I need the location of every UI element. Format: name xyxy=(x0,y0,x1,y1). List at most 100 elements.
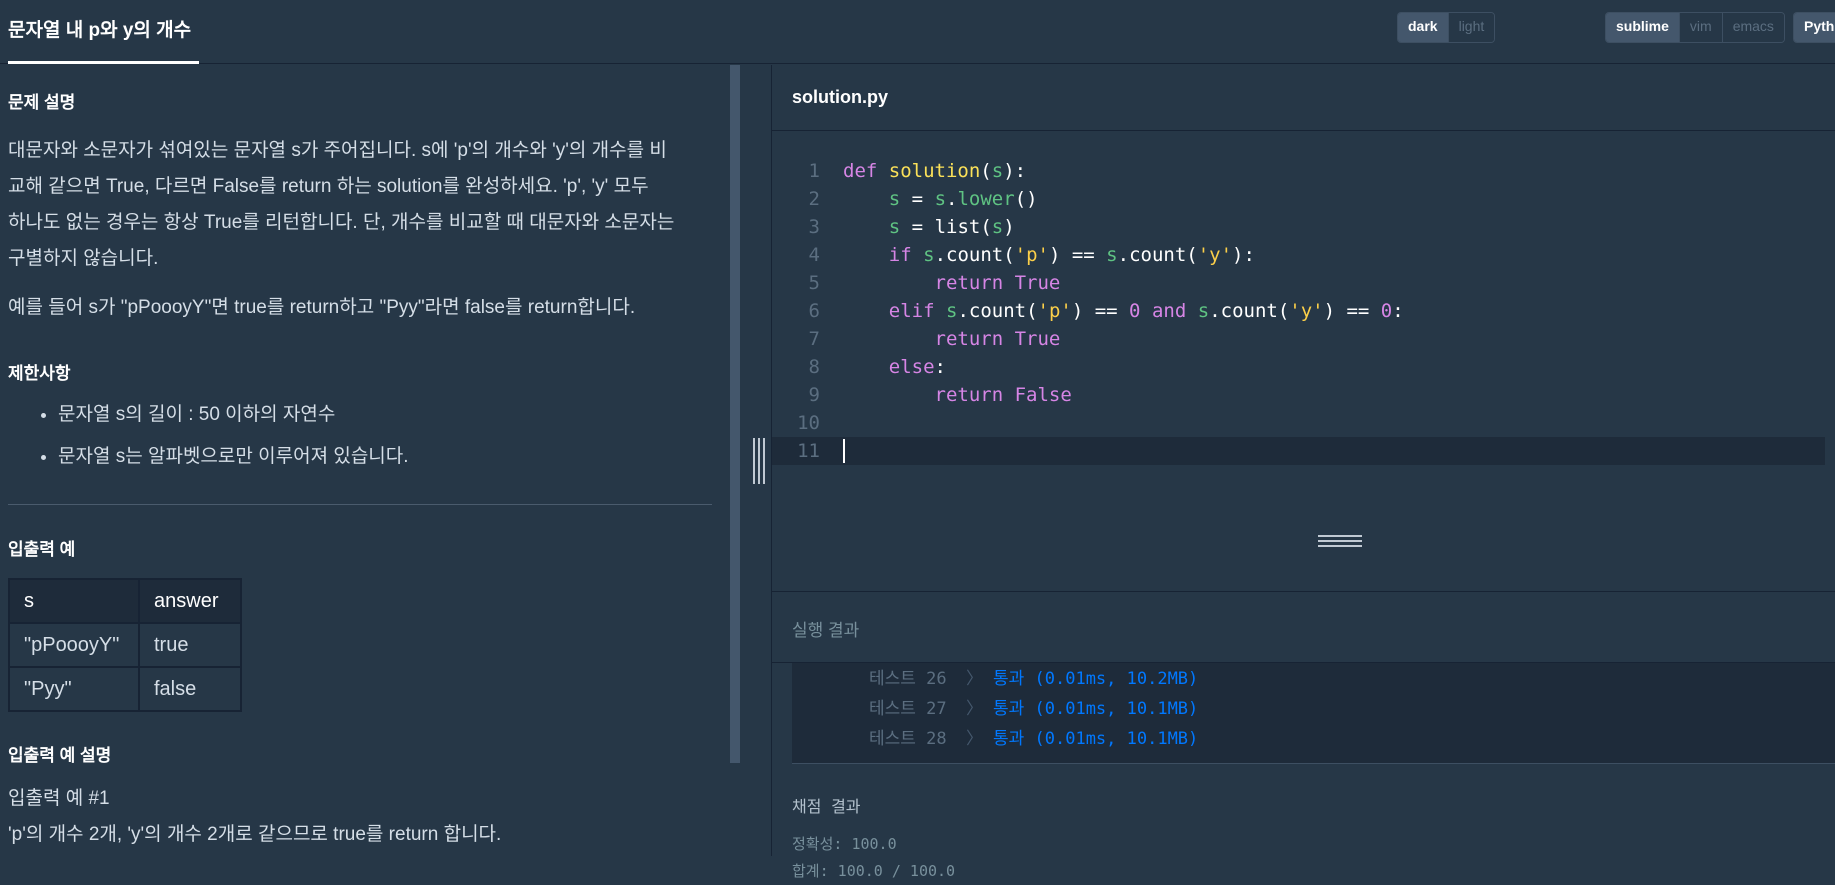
table-header-row: s answer xyxy=(8,578,242,624)
io-example-table: s answer "pPoooyY" true "Pyy" false xyxy=(8,578,242,712)
editor-panel: solution.py 1 def solution(s): 2 s = s.lo… xyxy=(771,65,1835,880)
code-token: .count( xyxy=(1117,244,1198,266)
code-token: ( xyxy=(980,160,992,182)
code-token: () xyxy=(1014,188,1038,210)
code-token: return xyxy=(934,384,1004,406)
code-line[interactable]: 7 return True xyxy=(772,325,1825,353)
description-line: 교해 같으면 True, 다르면 False를 return 하는 soluti… xyxy=(8,176,649,197)
language-select[interactable]: Pyth xyxy=(1793,12,1835,43)
code-token: ): xyxy=(1003,160,1027,182)
limits-list: 문자열 s의 길이 : 50 이하의 자연수 문자열 s는 알파벳으로만 이루어… xyxy=(8,394,409,478)
limit-item: 문자열 s는 알파벳으로만 이루어져 있습니다. xyxy=(58,436,409,478)
code-line-current[interactable]: 11 xyxy=(772,437,1825,465)
language-label[interactable]: Pyth xyxy=(1794,13,1835,42)
code-line[interactable]: 5 return True xyxy=(772,269,1825,297)
line-number: 5 xyxy=(808,272,820,294)
code-token: ) xyxy=(1003,216,1015,238)
description-line: 대문자와 소문자가 섞여있는 문자열 s가 주어집니다. s에 'p'의 개수와… xyxy=(8,140,667,161)
code-token: ): xyxy=(1232,244,1255,266)
line-number: 7 xyxy=(808,328,820,350)
code-token: .count( xyxy=(957,300,1038,322)
code-line[interactable]: 2 s = s.lower() xyxy=(772,185,1825,213)
code-line[interactable]: 1 def solution(s): xyxy=(772,157,1825,185)
keymap-emacs-button[interactable]: emacs xyxy=(1721,13,1784,42)
line-number: 9 xyxy=(808,384,820,406)
problem-scrollbar[interactable] xyxy=(730,65,740,763)
io-heading: 입출력 예 xyxy=(8,540,76,559)
grade-summary: 채점 결과 정확성: 100.0 합계: 100.0 / 100.0 xyxy=(792,793,955,885)
test-result-row: 테스트 26 〉 통과 (0.01ms, 10.2MB) xyxy=(792,664,1835,694)
table-row: "Pyy" false xyxy=(8,666,242,712)
code-line[interactable]: 10 xyxy=(772,409,1825,437)
code-token: return xyxy=(934,328,1004,350)
code-token: s xyxy=(888,216,901,238)
theme-dark-button[interactable]: dark xyxy=(1398,13,1448,42)
code-line[interactable]: 4 if s.count('p') == s.count('y'): xyxy=(772,241,1825,269)
table-cell: true xyxy=(138,622,242,668)
code-line[interactable]: 6 elif s.count('p') == 0 and s.count('y'… xyxy=(772,297,1825,325)
test-result-row: 테스트 27 〉 통과 (0.01ms, 10.1MB) xyxy=(792,694,1835,724)
line-number: 4 xyxy=(808,244,820,266)
file-name-tab[interactable]: solution.py xyxy=(792,87,888,108)
line-number: 1 xyxy=(808,160,820,182)
code-lines[interactable]: 1 def solution(s): 2 s = s.lower() 3 s = … xyxy=(772,157,1825,465)
test-pass-text: 통과 (0.01ms, 10.1MB) xyxy=(993,699,1199,719)
keymap-toggle: sublime vim emacs xyxy=(1605,12,1785,43)
result-output: 테스트 26 〉 통과 (0.01ms, 10.2MB) 테스트 27 〉 통과… xyxy=(792,663,1835,764)
code-token: = xyxy=(911,188,924,210)
code-editor[interactable]: 1 def solution(s): 2 s = s.lower() 3 s = … xyxy=(772,131,1835,591)
problem-title-tab[interactable]: 문자열 내 p와 y의 개수 xyxy=(8,0,199,64)
code-token: 0 xyxy=(1129,300,1141,322)
io-desc-heading: 입출력 예 설명 xyxy=(8,746,112,765)
top-bar: 문자열 내 p와 y의 개수 dark light sublime vim em… xyxy=(0,0,1835,64)
code-line[interactable]: 9 return False xyxy=(772,381,1825,409)
theme-toggle: dark light xyxy=(1397,12,1496,43)
code-token: . xyxy=(946,188,958,210)
code-token: .count( xyxy=(934,244,1015,266)
code-token: 'p' xyxy=(1037,300,1072,322)
code-token: s xyxy=(991,216,1004,238)
code-token: s xyxy=(945,300,958,322)
result-header: 실행 결과 xyxy=(772,591,1835,663)
example-text: 예를 들어 s가 "pPoooyY"면 true를 return하고 "Pyy"… xyxy=(8,297,636,318)
table-cell: "Pyy" xyxy=(8,666,140,712)
code-line[interactable]: 3 s = list(s) xyxy=(772,213,1825,241)
description-line: 구별하지 않습니다. xyxy=(8,248,159,269)
code-token: 'y' xyxy=(1197,244,1233,266)
grade-total: 합계: 100.0 / 100.0 xyxy=(792,862,956,880)
code-token: True xyxy=(1014,272,1061,294)
code-token: elif xyxy=(888,300,935,322)
code-token: return xyxy=(934,272,1004,294)
code-token: solution xyxy=(888,160,981,182)
code-token: def xyxy=(843,160,878,182)
test-pass-text: 통과 (0.01ms, 10.1MB) xyxy=(993,729,1199,749)
code-token: : xyxy=(1392,300,1404,322)
description-heading: 문제 설명 xyxy=(8,93,76,112)
line-number: 3 xyxy=(808,216,820,238)
line-number: 6 xyxy=(808,300,820,322)
code-line[interactable]: 8 else: xyxy=(772,353,1825,381)
grade-accuracy: 정확성: 100.0 xyxy=(792,835,897,853)
code-token: 'y' xyxy=(1289,300,1324,322)
code-token: 0 xyxy=(1380,300,1393,322)
text-cursor xyxy=(843,439,845,463)
splitter-grip-icon[interactable] xyxy=(753,438,765,484)
section-divider xyxy=(8,504,712,505)
limits-heading: 제한사항 xyxy=(8,364,71,383)
code-token: if xyxy=(888,244,912,266)
code-token: s xyxy=(991,160,1004,182)
chevron-right-icon: 〉 xyxy=(966,669,983,689)
file-tab-bar: solution.py xyxy=(772,65,1835,131)
table-header-cell: s xyxy=(8,578,140,624)
line-number: 11 xyxy=(797,440,820,462)
code-token: = xyxy=(911,216,924,238)
keymap-sublime-button[interactable]: sublime xyxy=(1606,13,1679,42)
editor-resize-handle-icon[interactable] xyxy=(1318,535,1362,547)
theme-light-button[interactable]: light xyxy=(1447,13,1495,42)
line-number: 2 xyxy=(808,188,820,210)
keymap-vim-button[interactable]: vim xyxy=(1678,13,1722,42)
panel-splitter[interactable] xyxy=(740,65,770,856)
code-token: s xyxy=(934,188,947,210)
code-token: : xyxy=(934,356,946,378)
table-row: "pPoooyY" true xyxy=(8,622,242,668)
